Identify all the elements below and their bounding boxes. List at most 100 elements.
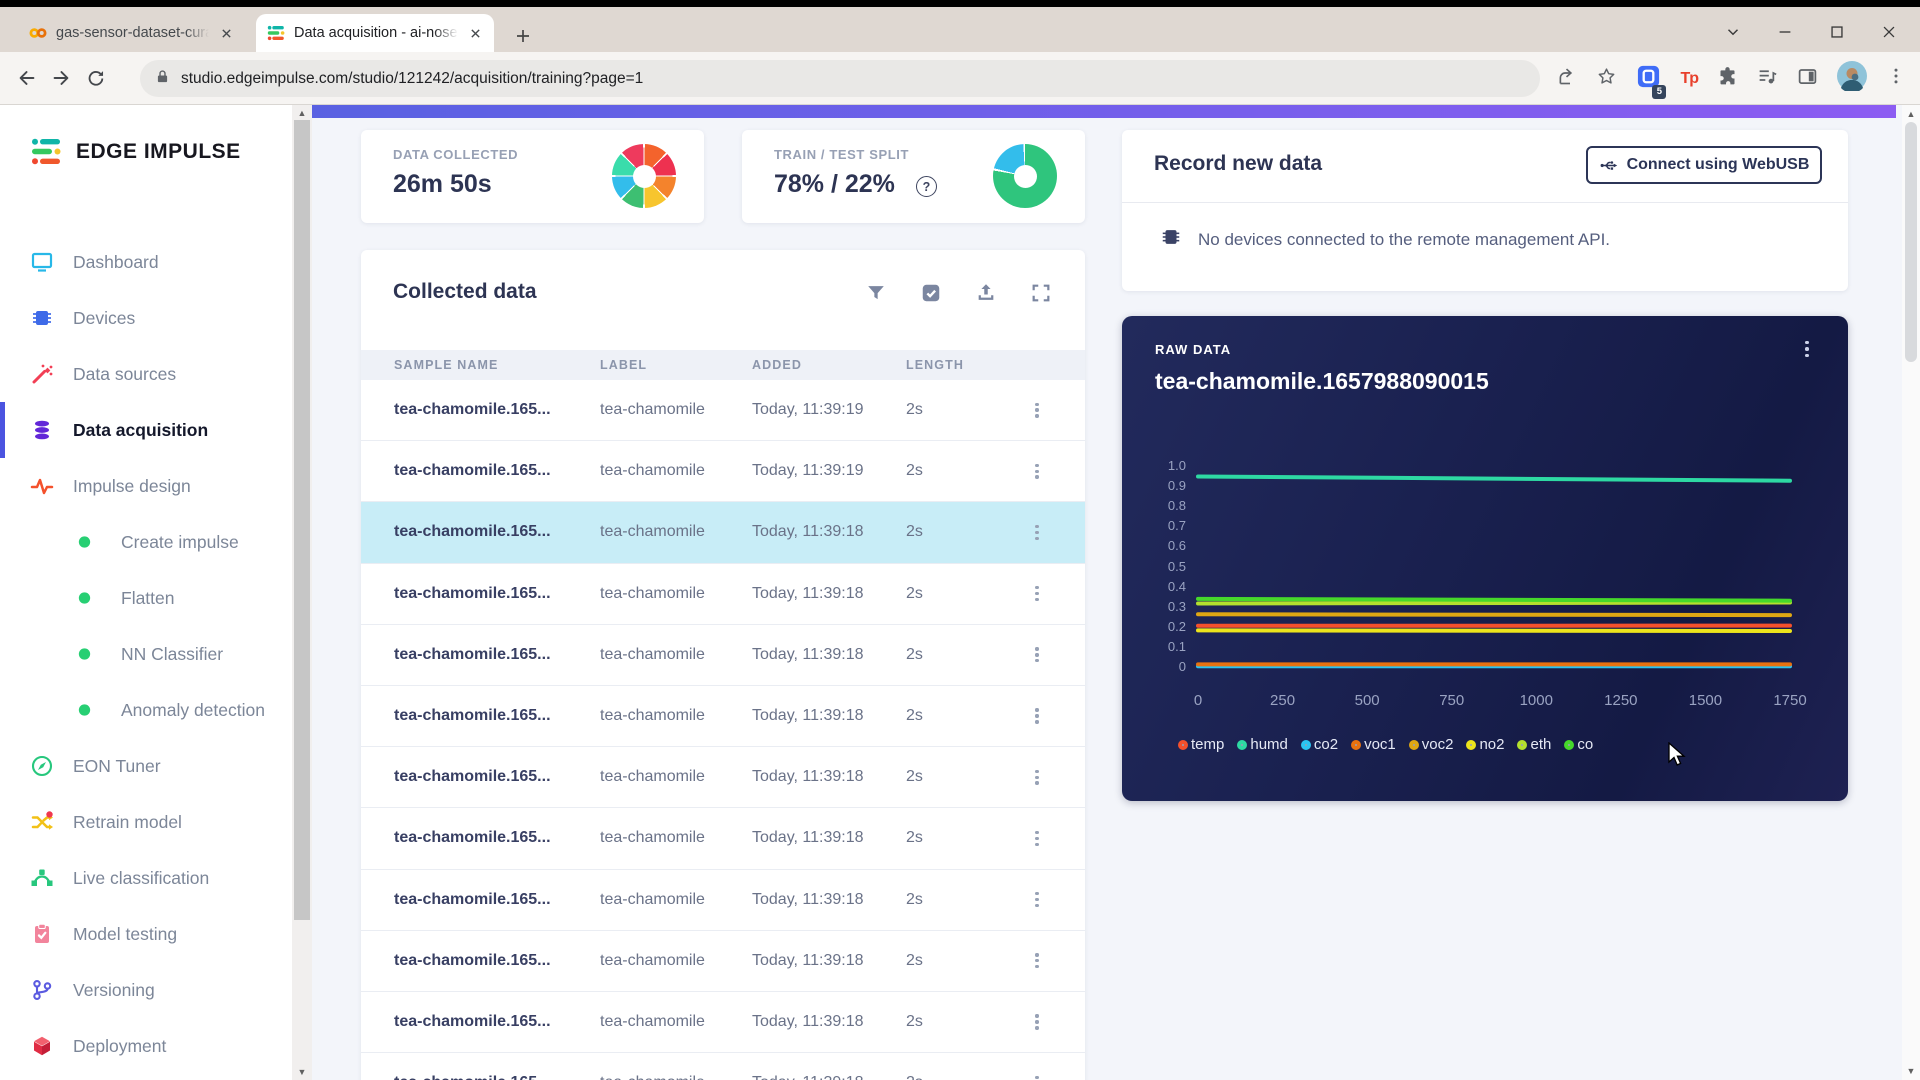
- sidebar-item-devices[interactable]: Devices: [0, 290, 292, 346]
- tab-close-icon[interactable]: [466, 24, 484, 42]
- lock-icon[interactable]: [154, 68, 171, 90]
- connect-webusb-button[interactable]: Connect using WebUSB: [1586, 146, 1822, 184]
- sidebar-item-nn-classifier[interactable]: NN Classifier: [0, 626, 292, 682]
- sample-added: Today, 11:39:18: [752, 1013, 864, 1031]
- legend-item-humd[interactable]: humd: [1237, 736, 1288, 753]
- sidebar-item-anomaly-detection[interactable]: Anomaly detection: [0, 682, 292, 738]
- table-row[interactable]: tea-chamomile.165... tea-chamomile Today…: [361, 686, 1085, 747]
- close-button[interactable]: [1878, 21, 1900, 43]
- tab-search-chevron-icon[interactable]: [1722, 21, 1744, 43]
- sidebar-item-data-sources[interactable]: Data sources: [0, 346, 292, 402]
- table-row[interactable]: tea-chamomile.165... tea-chamomile Today…: [361, 380, 1085, 441]
- new-tab-button[interactable]: [508, 21, 538, 51]
- reload-button[interactable]: [78, 61, 112, 95]
- browser-menu-kebab-icon[interactable]: [1886, 66, 1906, 91]
- table-row[interactable]: tea-chamomile.165... tea-chamomile Today…: [361, 931, 1085, 992]
- legend-item-no2[interactable]: no2: [1466, 736, 1504, 753]
- table-row[interactable]: tea-chamomile.165... tea-chamomile Today…: [361, 564, 1085, 625]
- row-menu-kebab[interactable]: [1029, 890, 1045, 910]
- sidebar-item-impulse-design[interactable]: Impulse design: [0, 458, 292, 514]
- scroll-down-icon[interactable]: ▼: [292, 1065, 312, 1079]
- legend-item-co[interactable]: co: [1564, 736, 1593, 753]
- minimize-button[interactable]: [1774, 21, 1796, 43]
- password-extension-icon[interactable]: 5: [1636, 64, 1661, 94]
- column-header-added[interactable]: ADDED: [752, 358, 802, 372]
- sidebar-item-dashboard[interactable]: Dashboard: [0, 234, 292, 290]
- sidebar-item-label: Retrain model: [73, 812, 182, 833]
- browser-tab-edge-impulse[interactable]: Data acquisition - ai-nose - Edge: [256, 14, 494, 52]
- back-button[interactable]: [10, 61, 44, 95]
- y-tick-label: 0.8: [1122, 498, 1186, 513]
- row-menu-kebab[interactable]: [1029, 522, 1045, 542]
- share-icon[interactable]: [1556, 66, 1577, 92]
- raw-data-menu-kebab[interactable]: [1799, 338, 1815, 360]
- scroll-up-icon[interactable]: ▲: [1902, 107, 1920, 121]
- row-menu-kebab[interactable]: [1029, 1012, 1045, 1032]
- help-icon[interactable]: ?: [916, 176, 937, 197]
- raw-data-line-chart[interactable]: [1198, 466, 1790, 667]
- extensions-puzzle-icon[interactable]: [1717, 66, 1738, 92]
- sample-label: tea-chamomile: [600, 768, 705, 786]
- tampermonkey-extension-icon[interactable]: Tp: [1680, 70, 1698, 88]
- sidebar-scrollbar-thumb[interactable]: [294, 120, 310, 920]
- media-controls-icon[interactable]: [1757, 66, 1778, 92]
- side-panel-icon[interactable]: [1797, 66, 1818, 92]
- select-checkbox-icon[interactable]: [920, 282, 944, 306]
- table-row[interactable]: tea-chamomile.165... tea-chamomile Today…: [361, 747, 1085, 808]
- row-menu-kebab[interactable]: [1029, 706, 1045, 726]
- browser-tab-colab[interactable]: gas-sensor-dataset-curation.ipyn: [18, 14, 245, 52]
- bookmark-star-icon[interactable]: [1596, 66, 1617, 92]
- table-row[interactable]: tea-chamomile.165... tea-chamomile Today…: [361, 502, 1085, 563]
- mouse-cursor: [1668, 742, 1690, 768]
- table-row[interactable]: tea-chamomile.165... tea-chamomile Today…: [361, 625, 1085, 686]
- train-test-split-label: TRAIN / TEST SPLIT: [774, 147, 909, 162]
- sidebar-item-eon-tuner[interactable]: EON Tuner: [0, 738, 292, 794]
- tab-close-icon[interactable]: [217, 24, 235, 42]
- table-row[interactable]: tea-chamomile.165... tea-chamomile Today…: [361, 808, 1085, 869]
- legend-item-voc2[interactable]: voc2: [1409, 736, 1454, 753]
- row-menu-kebab[interactable]: [1029, 767, 1045, 787]
- legend-item-eth[interactable]: eth: [1517, 736, 1551, 753]
- sidebar-item-versioning[interactable]: Versioning: [0, 962, 292, 1018]
- sidebar-item-create-impulse[interactable]: Create impulse: [0, 514, 292, 570]
- fullscreen-expand-icon[interactable]: [1030, 282, 1054, 306]
- sample-length: 2s: [906, 1013, 923, 1031]
- table-row[interactable]: tea-chamomile.165... tea-chamomile Today…: [361, 992, 1085, 1053]
- column-header-label[interactable]: LABEL: [600, 358, 647, 372]
- edge-impulse-logo[interactable]: EDGE IMPULSE: [30, 135, 241, 169]
- filter-icon[interactable]: [865, 282, 889, 306]
- legend-item-temp[interactable]: temp: [1178, 736, 1224, 753]
- page-scrollbar[interactable]: ▲ ▼: [1902, 105, 1920, 1080]
- sidebar-scrollbar[interactable]: ▲ ▼: [292, 105, 312, 1080]
- table-row[interactable]: tea-chamomile.165... tea-chamomile Today…: [361, 870, 1085, 931]
- sample-label: tea-chamomile: [600, 585, 705, 603]
- page-scrollbar-thumb[interactable]: [1905, 122, 1917, 362]
- upload-icon[interactable]: [975, 282, 999, 306]
- profile-avatar[interactable]: [1837, 61, 1867, 96]
- sidebar-item-data-acquisition[interactable]: Data acquisition: [0, 402, 292, 458]
- legend-item-voc1[interactable]: voc1: [1351, 736, 1396, 753]
- scroll-up-icon[interactable]: ▲: [292, 106, 312, 120]
- row-menu-kebab[interactable]: [1029, 828, 1045, 848]
- url-bar[interactable]: studio.edgeimpulse.com/studio/121242/acq…: [140, 60, 1540, 97]
- column-header-length[interactable]: LENGTH: [906, 358, 964, 372]
- legend-item-co2[interactable]: co2: [1301, 736, 1338, 753]
- sidebar-item-live-classification[interactable]: Live classification: [0, 850, 292, 906]
- sidebar-item-model-testing[interactable]: Model testing: [0, 906, 292, 962]
- row-menu-kebab[interactable]: [1029, 584, 1045, 604]
- row-menu-kebab[interactable]: [1029, 461, 1045, 481]
- table-row[interactable]: tea-chamomile.165... tea-chamomile Today…: [361, 1053, 1085, 1080]
- row-menu-kebab[interactable]: [1029, 1073, 1045, 1080]
- maximize-button[interactable]: [1826, 21, 1848, 43]
- sidebar-item-flatten[interactable]: Flatten: [0, 570, 292, 626]
- sidebar-item-retrain-model[interactable]: Retrain model: [0, 794, 292, 850]
- scroll-down-icon[interactable]: ▼: [1902, 1064, 1920, 1078]
- table-row[interactable]: tea-chamomile.165... tea-chamomile Today…: [361, 441, 1085, 502]
- sidebar-item-deployment[interactable]: Deployment: [0, 1018, 292, 1074]
- x-tick-label: 1500: [1689, 692, 1722, 709]
- row-menu-kebab[interactable]: [1029, 400, 1045, 420]
- forward-button[interactable]: [44, 61, 78, 95]
- row-menu-kebab[interactable]: [1029, 645, 1045, 665]
- column-header-sample-name[interactable]: SAMPLE NAME: [394, 358, 498, 372]
- row-menu-kebab[interactable]: [1029, 951, 1045, 971]
